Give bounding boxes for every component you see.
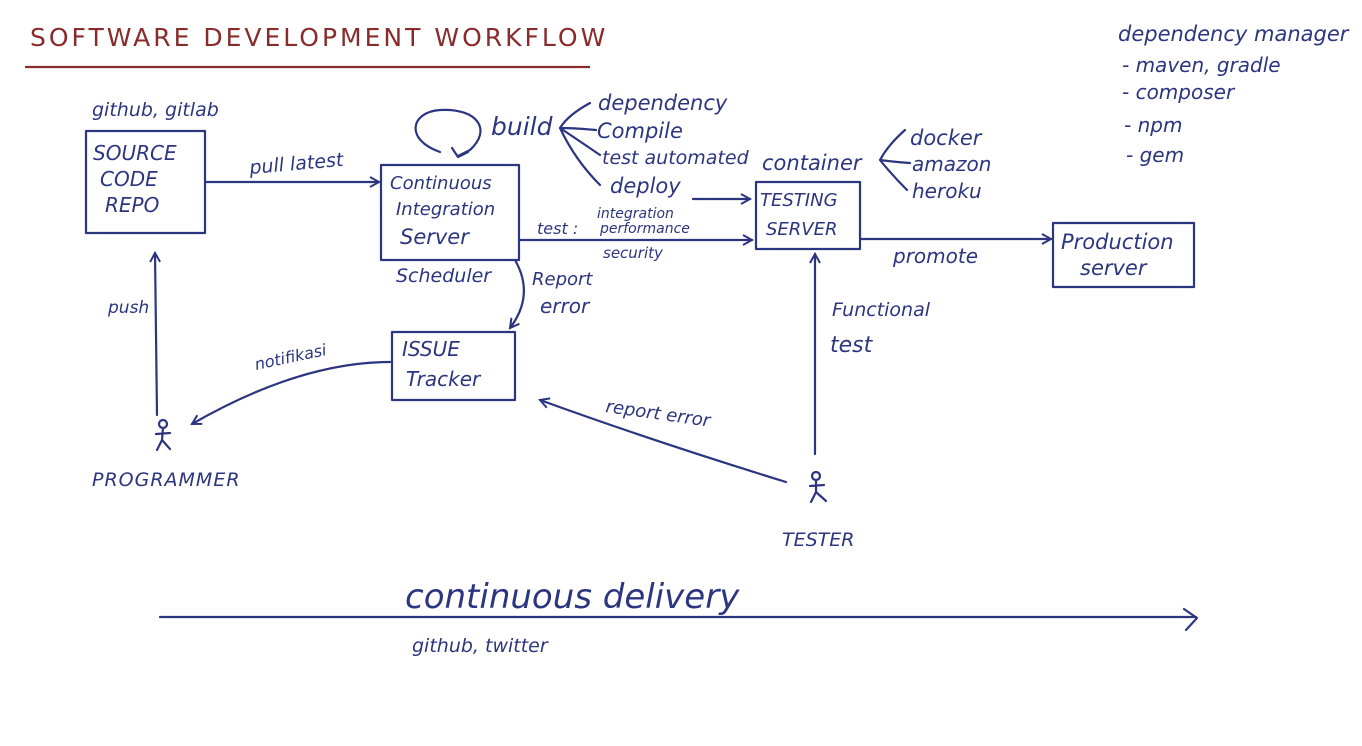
container-label: container xyxy=(762,151,863,175)
dependency-manager-item-2: - composer xyxy=(1122,80,1236,104)
workflow-diagram: SOFTWARE DEVELOPMENT WORKFLOW SOURCE COD… xyxy=(25,22,1350,657)
build-step-3: test automated xyxy=(602,147,750,169)
functional-test-line-1: Functional xyxy=(832,299,931,321)
programmer-figure xyxy=(154,418,172,452)
report-error-tester-label: report error xyxy=(604,396,713,432)
build-step-4: deploy xyxy=(610,174,681,198)
build-step-1: dependency xyxy=(598,91,728,115)
source-repo-line-3: REPO xyxy=(105,193,159,217)
production-server-node: Production server xyxy=(1051,221,1196,289)
programmer-label: PROGRAMMER xyxy=(92,469,241,491)
tester-figure xyxy=(808,470,828,504)
tester-body xyxy=(808,478,828,504)
testing-server-node: TESTING SERVER container xyxy=(754,151,863,251)
issue-tracker-node: ISSUE Tracker xyxy=(390,330,517,402)
ci-server-line-1: Continuous xyxy=(390,173,492,194)
dependency-manager-heading: dependency manager xyxy=(1118,22,1350,46)
container-provider-3: heroku xyxy=(912,179,982,203)
continuous-delivery-arrowhead xyxy=(1182,607,1199,632)
report-error-ci-line-2: error xyxy=(540,294,591,318)
tester-head xyxy=(810,470,822,482)
notifikasi-label: notifikasi xyxy=(253,340,329,374)
ci-server-node: Continuous Integration Server Scheduler xyxy=(379,163,521,287)
push-arrow xyxy=(155,253,157,417)
ci-server-sublabel: Scheduler xyxy=(396,265,492,287)
test-type-3: security xyxy=(603,244,664,262)
functional-test-line-2: test xyxy=(830,333,874,358)
production-server-line-1: Production xyxy=(1061,230,1174,254)
source-repo-line-2: CODE xyxy=(100,167,158,191)
continuous-delivery-label: continuous delivery xyxy=(405,577,740,617)
build-loop xyxy=(414,108,482,158)
report-error-ci-arrow xyxy=(510,258,525,328)
dependency-manager-item-1: - maven, gradle xyxy=(1122,53,1281,77)
testing-server-line-2: SERVER xyxy=(766,219,838,240)
promote-label: promote xyxy=(892,244,978,268)
test-type-2: performance xyxy=(599,221,690,237)
test-prefix-label: test : xyxy=(537,219,578,238)
source-repo-node: SOURCE CODE REPO github, gitlab xyxy=(84,99,219,235)
pull-latest-label: pull latest xyxy=(248,149,346,179)
build-brace xyxy=(558,101,602,187)
build-step-2: Compile xyxy=(597,119,683,143)
source-repo-line-1: SOURCE xyxy=(93,141,177,165)
production-server-line-2: server xyxy=(1080,256,1148,280)
dependency-manager-item-4: - gem xyxy=(1126,143,1184,167)
container-provider-2: amazon xyxy=(912,152,991,176)
issue-tracker-line-1: ISSUE xyxy=(402,337,460,361)
source-repo-note: github, gitlab xyxy=(92,99,219,121)
ci-server-line-3: Server xyxy=(400,225,470,249)
programmer-body xyxy=(154,426,172,452)
issue-tracker-line-2: Tracker xyxy=(406,367,482,391)
push-label: push xyxy=(107,298,149,318)
dependency-manager-notes: dependency manager - maven, gradle - com… xyxy=(1118,22,1350,167)
testing-server-line-1: TESTING xyxy=(760,190,838,211)
container-brace xyxy=(878,128,912,192)
report-error-ci-line-1: Report xyxy=(532,269,593,290)
test-type-1: integration xyxy=(597,206,674,222)
ci-server-line-2: Integration xyxy=(396,199,495,220)
page-title: SOFTWARE DEVELOPMENT WORKFLOW xyxy=(30,23,608,52)
continuous-delivery-note: github, twitter xyxy=(412,635,549,657)
build-label: build xyxy=(491,112,553,141)
build-loop-arrowhead xyxy=(450,146,470,159)
tester-label: TESTER xyxy=(782,529,854,551)
container-provider-1: docker xyxy=(910,126,983,150)
programmer-head xyxy=(157,418,169,430)
dependency-manager-item-3: - npm xyxy=(1124,113,1182,137)
notifikasi-arrow xyxy=(192,360,392,426)
